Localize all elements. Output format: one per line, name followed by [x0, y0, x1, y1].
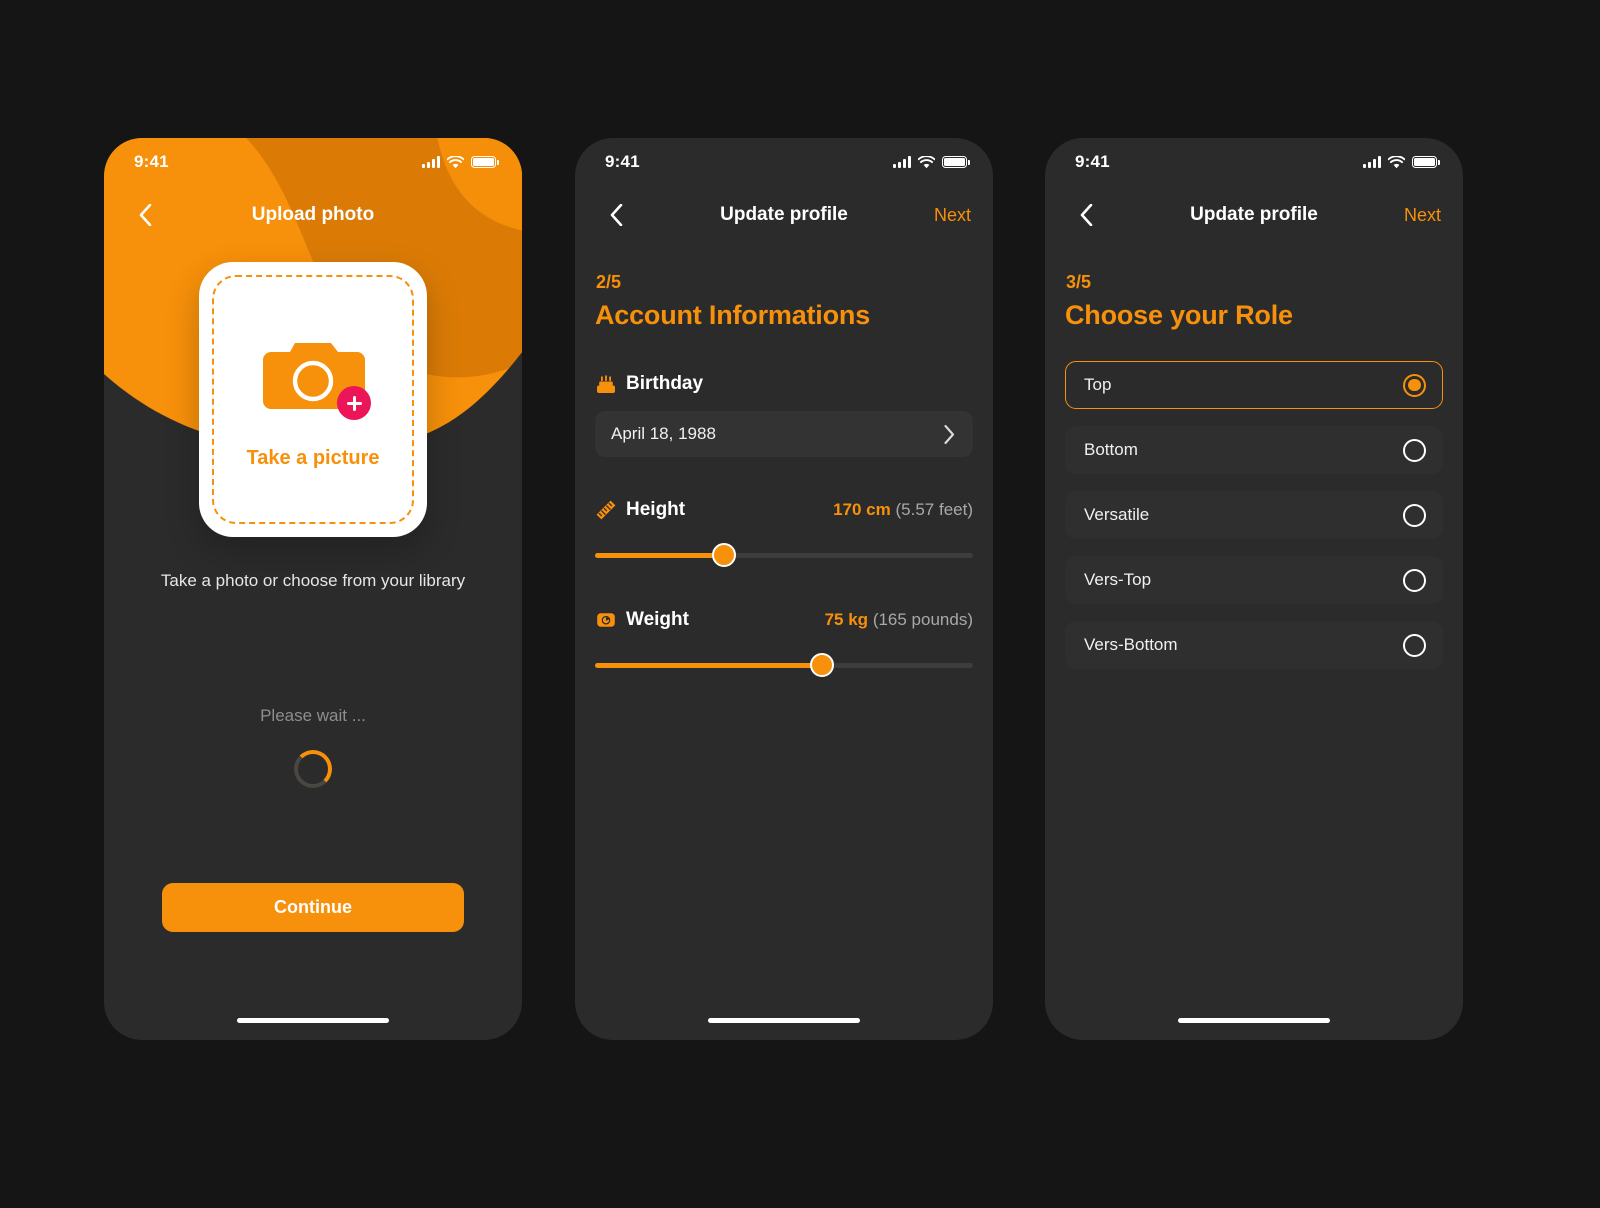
chevron-left-icon: [610, 204, 622, 226]
phone-screen-account-informations: 9:41 Update profile Next 2/5 Account Inf…: [575, 138, 993, 1040]
role-option-bottom[interactable]: Bottom: [1065, 426, 1443, 474]
battery-icon: [942, 156, 970, 168]
birthday-cake-icon: [597, 375, 615, 393]
loading-label: Please wait ...: [260, 706, 366, 725]
radio-unselected-icon[interactable]: [1403, 633, 1426, 657]
role-option-label: Bottom: [1084, 440, 1138, 459]
spinner-icon: [294, 750, 332, 788]
upload-hint-text: Take a photo or choose from your library: [160, 571, 466, 590]
radio-unselected-icon[interactable]: [1403, 438, 1426, 462]
chevron-right-icon: [944, 424, 955, 444]
slider-thumb[interactable]: [809, 653, 834, 677]
back-button[interactable]: [1069, 198, 1103, 232]
wifi-icon: [447, 155, 464, 168]
continue-button[interactable]: Continue: [162, 883, 464, 932]
navigation-bar: Update profile Next: [1045, 186, 1463, 244]
role-option-vers-bottom[interactable]: Vers-Bottom: [1065, 621, 1443, 669]
birthday-label: Birthday: [626, 373, 704, 394]
radio-unselected-icon[interactable]: [1403, 568, 1426, 592]
weight-primary-value: 75 kg: [824, 610, 869, 629]
wifi-icon: [918, 155, 935, 168]
status-bar: 9:41: [575, 138, 993, 186]
chevron-left-icon: [139, 204, 151, 226]
height-secondary-value: (5.57 feet): [895, 500, 974, 519]
weight-secondary-value: (165 pounds): [872, 610, 973, 629]
height-slider[interactable]: [595, 543, 973, 567]
home-indicator: [237, 1018, 389, 1023]
status-time: 9:41: [1075, 152, 1110, 171]
status-bar: 9:41: [1045, 138, 1463, 186]
role-option-top[interactable]: Top: [1065, 361, 1443, 409]
navigation-bar: Upload photo: [104, 186, 522, 244]
back-button[interactable]: [128, 198, 162, 232]
page-title: Update profile: [1190, 204, 1318, 225]
cellular-signal-icon: [422, 156, 440, 168]
status-icons: [1363, 155, 1440, 169]
section-title: Account Informations: [595, 300, 871, 330]
radio-unselected-icon[interactable]: [1403, 503, 1426, 527]
status-time: 9:41: [605, 152, 640, 171]
home-indicator: [1178, 1018, 1330, 1023]
page-title: Upload photo: [251, 204, 375, 225]
status-time: 9:41: [134, 152, 169, 171]
role-option-vers-top[interactable]: Vers-Top: [1065, 556, 1443, 604]
role-option-label: Vers-Bottom: [1084, 635, 1178, 654]
upload-photo-card[interactable]: Take a picture: [199, 262, 427, 537]
section-title: Choose your Role: [1065, 300, 1293, 330]
screen-content: 2/5 Account Informations Birthday April …: [575, 272, 993, 677]
step-indicator: 3/5: [1066, 272, 1092, 292]
height-primary-value: 170 cm: [833, 500, 891, 519]
wifi-icon: [1388, 155, 1405, 168]
phone-screen-upload-photo: 9:41 Upload photo Take a picture Take a …: [104, 138, 522, 1040]
weight-row: Weight 75 kg (165 pounds): [595, 609, 973, 631]
next-button[interactable]: Next: [934, 205, 971, 226]
slider-fill: [595, 552, 724, 558]
camera-icon-wrap: [261, 337, 371, 420]
weight-value: 75 kg (165 pounds): [825, 610, 973, 630]
weight-label: Weight: [626, 609, 689, 630]
role-option-label: Top: [1084, 375, 1112, 394]
add-photo-plus-icon[interactable]: [337, 386, 371, 420]
status-icons: [422, 155, 499, 169]
height-row: Height 170 cm (5.57 feet): [595, 499, 973, 521]
weight-field-label: Weight: [595, 609, 689, 631]
birthday-field-label: Birthday: [595, 373, 973, 395]
screens-canvas: 9:41 Upload photo Take a picture Take a …: [0, 0, 1600, 1208]
take-picture-label: Take a picture: [246, 447, 380, 469]
scale-icon: [597, 613, 615, 627]
slider-fill: [595, 662, 822, 668]
birthday-value: April 18, 1988: [611, 424, 716, 443]
birthday-value-row[interactable]: April 18, 1988: [595, 411, 973, 457]
battery-icon: [1412, 156, 1440, 168]
role-option-label: Vers-Top: [1084, 570, 1152, 589]
ruler-icon: [596, 500, 616, 520]
height-field-label: Height: [595, 499, 685, 521]
step-indicator: 2/5: [596, 272, 622, 292]
status-icons: [893, 155, 970, 169]
screen-content: 3/5 Choose your Role Top Bottom Versatile V…: [1045, 272, 1463, 669]
cellular-signal-icon: [1363, 156, 1381, 168]
back-button[interactable]: [599, 198, 633, 232]
chevron-left-icon: [1080, 204, 1092, 226]
next-button[interactable]: Next: [1404, 205, 1441, 226]
radio-selected-icon[interactable]: [1403, 373, 1426, 397]
home-indicator: [708, 1018, 860, 1023]
role-option-versatile[interactable]: Versatile: [1065, 491, 1443, 539]
status-bar: 9:41: [104, 138, 522, 186]
cellular-signal-icon: [893, 156, 911, 168]
role-options-list: Top Bottom Versatile Vers-Top Vers-Bottom: [1065, 361, 1443, 669]
height-value: 170 cm (5.57 feet): [833, 500, 973, 520]
height-label: Height: [626, 499, 686, 520]
role-option-label: Versatile: [1084, 505, 1150, 524]
weight-slider[interactable]: [595, 653, 973, 677]
navigation-bar: Update profile Next: [575, 186, 993, 244]
slider-thumb[interactable]: [711, 543, 736, 567]
battery-icon: [471, 156, 499, 168]
page-title: Update profile: [720, 204, 848, 225]
phone-screen-choose-role: 9:41 Update profile Next 3/5 Choose your…: [1045, 138, 1463, 1040]
